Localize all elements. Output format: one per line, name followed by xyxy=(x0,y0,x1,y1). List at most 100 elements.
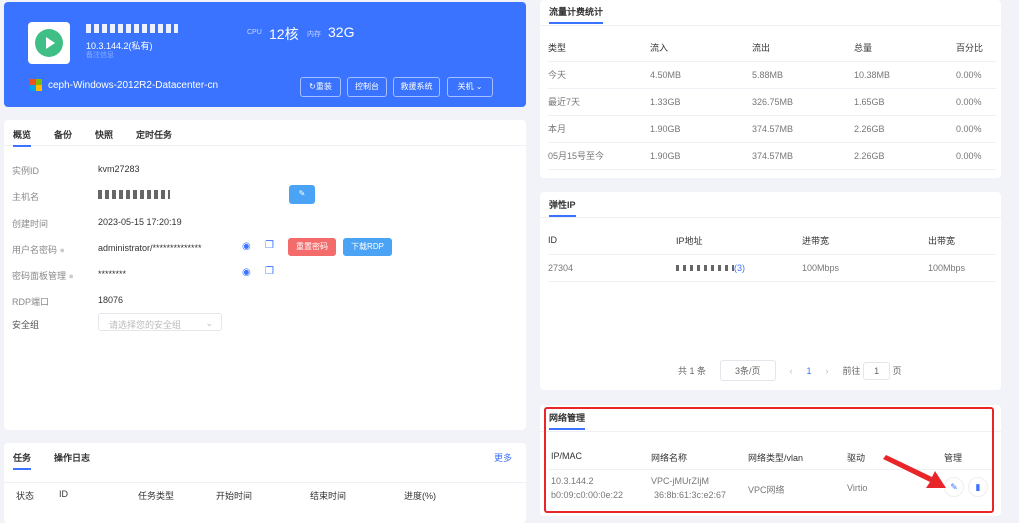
network-type: VPC网络 xyxy=(748,485,785,495)
memory-label: 内存 xyxy=(307,31,321,38)
table-row: 05月15号至今 1.90GB 374.57MB 2.26GB 0.00% xyxy=(548,142,996,170)
table-row: 最近7天 1.33GB 326.75MB 1.65GB 0.00% xyxy=(548,88,996,116)
tab-overview[interactable]: 概览 xyxy=(13,128,32,147)
cell: 374.57MB xyxy=(752,115,854,143)
power-dropdown[interactable]: 关机 ⌄ xyxy=(447,77,493,97)
prev-page-icon[interactable]: ‹ xyxy=(790,366,793,376)
network-title: 网络管理 xyxy=(549,413,586,430)
cell: 0.00% xyxy=(956,61,996,89)
rdp-port: 18076 xyxy=(98,295,124,305)
table-row: 27304 (3) 100Mbps 100Mbps xyxy=(548,254,996,282)
edit-icon: ✎ xyxy=(298,189,306,198)
nic-ip: 10.3.144.2 xyxy=(551,476,594,486)
overview-card: 概览 备份 快照 定时任务 实例ID kvm27283 主机名 ✎ 创建时间 2… xyxy=(4,120,526,430)
label-hostname: 主机名 xyxy=(12,192,40,202)
cell: 0.00% xyxy=(956,115,996,143)
reinstall-button[interactable]: ↻重装 xyxy=(300,77,341,97)
status-running-icon xyxy=(28,22,70,64)
refresh-icon: ↻ xyxy=(309,82,316,91)
help-icon: ● xyxy=(68,271,74,281)
traffic-title: 流量计费统计 xyxy=(549,7,604,24)
panel-password: ******** xyxy=(98,269,127,279)
instance-id: kvm27283 xyxy=(98,164,140,174)
page-1[interactable]: 1 xyxy=(807,366,812,376)
reset-password-button[interactable]: 重置密码 xyxy=(288,238,336,256)
network-name: VPC-jMUrZIjM xyxy=(651,476,709,486)
nic-detail-button[interactable]: ▮ xyxy=(968,477,988,497)
col-end: 结束时间 xyxy=(310,491,347,501)
cell: 最近7天 xyxy=(548,88,650,116)
cell: 2.26GB xyxy=(854,115,956,143)
chevron-down-icon: ⌄ xyxy=(205,318,213,328)
tab-backup[interactable]: 备份 xyxy=(54,128,72,141)
help-icon: ● xyxy=(59,245,65,255)
eip-title: 弹性IP xyxy=(549,200,576,217)
security-group-select[interactable]: 请选择您的安全组 ⌄ xyxy=(98,313,222,331)
chevron-down-icon: ⌄ xyxy=(475,82,483,91)
cell: 0.00% xyxy=(956,88,996,116)
tab-tasks[interactable]: 任务 xyxy=(13,451,32,470)
cell: 4.50MB xyxy=(650,61,752,89)
col-progress: 进度(%) xyxy=(404,491,436,501)
ip-redacted xyxy=(676,264,734,271)
cell: 0.00% xyxy=(956,142,996,170)
hostname-redacted xyxy=(98,190,170,199)
col-network-name: 网络名称 xyxy=(651,453,688,463)
eip-card: 弹性IP ID IP地址 进带宽 出带宽 27304 (3) 100Mbps 100Mbps… xyxy=(540,192,1001,390)
page-size-select[interactable]: 3条/页 xyxy=(720,360,776,381)
cell: 今天 xyxy=(548,61,650,89)
memory-value: 32G xyxy=(328,24,355,40)
network-mac: 36:8b:61:3c:e2:67 xyxy=(654,490,727,500)
more-link[interactable]: 更多 xyxy=(494,451,512,464)
cell: 1.90GB xyxy=(650,115,752,143)
total-count: 共 1 条 xyxy=(678,366,707,376)
copy-icon[interactable]: ❐ xyxy=(265,240,274,251)
annotation-arrow-icon xyxy=(883,455,946,488)
cell: 1.90GB xyxy=(650,142,752,170)
tasks-card: 任务 操作日志 更多 状态 ID 任务类型 开始时间 结束时间 进度(%) xyxy=(4,443,526,523)
cell: 1.33GB xyxy=(650,88,752,116)
cell: 05月15号至今 xyxy=(548,142,650,170)
windows-icon xyxy=(30,79,42,91)
rescue-button[interactable]: 救援系统 xyxy=(393,77,440,97)
label-instance-id: 实例ID xyxy=(12,166,40,176)
cell: 本月 xyxy=(548,115,650,143)
col-network-type: 网络类型/vlan xyxy=(748,453,804,463)
cpu-value: 12核 xyxy=(269,26,299,42)
driver: Virtio xyxy=(847,483,868,493)
eye-icon[interactable]: ◉ xyxy=(242,267,251,278)
edit-hostname-button[interactable]: ✎ xyxy=(289,185,315,204)
label-panel-password: 密码面板管理 ● xyxy=(12,271,74,281)
tab-scheduled[interactable]: 定时任务 xyxy=(136,128,172,141)
label-credentials: 用户名密码 ● xyxy=(12,245,65,255)
goto-page-input[interactable]: 1 xyxy=(863,362,891,380)
cell: 1.65GB xyxy=(854,88,956,116)
tab-snapshot[interactable]: 快照 xyxy=(95,128,113,141)
col-ip-mac: IP/MAC xyxy=(551,451,583,461)
instance-name-redacted xyxy=(86,24,178,33)
cpu-label: CPU xyxy=(247,29,262,36)
col-status: 状态 xyxy=(16,491,35,501)
remark-link[interactable]: 备注信息 xyxy=(86,50,114,60)
col-start: 开始时间 xyxy=(216,491,253,501)
created-time: 2023-05-15 17:20:19 xyxy=(98,217,182,227)
download-rdp-button[interactable]: 下载RDP xyxy=(343,238,392,256)
label-created: 创建时间 xyxy=(12,219,49,229)
tab-logs[interactable]: 操作日志 xyxy=(54,451,90,464)
ip-count-link[interactable]: (3) xyxy=(734,263,745,273)
nic-mac: b0:09:c0:00:0e:22 xyxy=(551,490,624,500)
next-page-icon[interactable]: › xyxy=(826,366,829,376)
cell: 5.88MB xyxy=(752,61,854,89)
col-type: 任务类型 xyxy=(138,491,175,501)
document-icon: ▮ xyxy=(975,482,981,492)
os-name: ceph-Windows-2012R2-Datacenter-cn xyxy=(48,80,219,91)
copy-icon[interactable]: ❐ xyxy=(265,266,274,277)
table-row: 本月 1.90GB 374.57MB 2.26GB 0.00% xyxy=(548,115,996,143)
edit-icon: ✎ xyxy=(950,482,958,492)
console-button[interactable]: 控制台 xyxy=(347,77,387,97)
eye-icon[interactable]: ◉ xyxy=(242,241,251,252)
instance-header: 10.3.144.2(私有) 备注信息 CPU 12核 内存 32G ceph-… xyxy=(4,2,526,107)
cell: 374.57MB xyxy=(752,142,854,170)
cell: 10.38MB xyxy=(854,61,956,89)
credentials: administrator/************** xyxy=(98,243,202,253)
